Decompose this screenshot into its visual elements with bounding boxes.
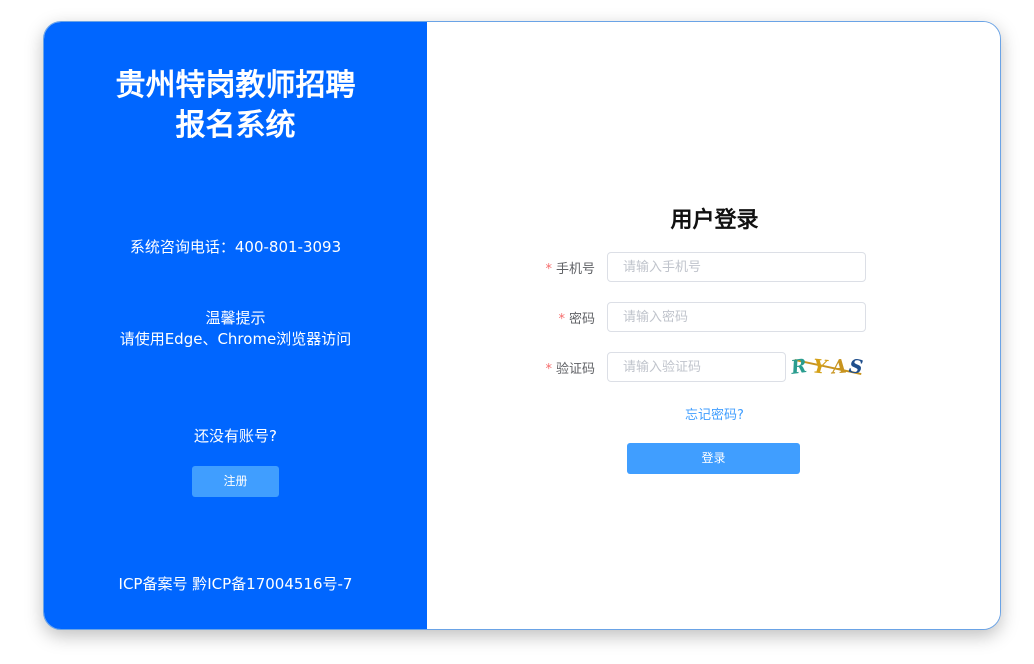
password-input[interactable]	[607, 302, 866, 332]
login-title: 用户登录	[670, 208, 759, 233]
register-button[interactable]: 注册	[192, 466, 279, 497]
browser-tip: 温馨提示 请使用Edge、Chrome浏览器访问	[44, 308, 427, 350]
hotline-text: 系统咨询电话：400-801-3093	[129, 238, 342, 256]
info-panel: 贵州特岗教师招聘 报名系统 系统咨询电话：400-801-3093 温馨提示 请…	[44, 22, 427, 629]
icp-record: ICP备案号 黔ICP备17004516号-7	[118, 575, 353, 593]
phone-input[interactable]	[607, 252, 866, 282]
app-title-line-2: 报名系统	[175, 108, 296, 143]
password-label-text: 密码	[568, 311, 595, 327]
required-mark: *	[558, 311, 565, 327]
app-title: 贵州特岗教师招聘 报名系统	[44, 66, 427, 146]
password-label: * 密码	[527, 308, 607, 327]
login-card: 贵州特岗教师招聘 报名系统 系统咨询电话：400-801-3093 温馨提示 请…	[43, 21, 1001, 630]
required-mark: *	[545, 361, 552, 377]
required-mark: *	[545, 261, 552, 277]
captcha-char: S	[847, 355, 865, 379]
captcha-row: *验证码 R Y A S	[527, 351, 864, 383]
captcha-input[interactable]	[607, 352, 786, 382]
tip-text: 请使用Edge、Chrome浏览器访问	[119, 330, 352, 348]
captcha-char: A	[831, 355, 848, 379]
forgot-password-link[interactable]: 忘记密码?	[427, 404, 1000, 423]
phone-label: * 手机号	[527, 258, 607, 277]
no-account-text: 还没有账号?	[194, 427, 277, 445]
captcha-label: * 验证码	[527, 358, 607, 377]
login-panel: 用户登录 *手机号 *密码 *验证码 R Y A S	[427, 22, 1000, 629]
captcha-label-text: 验证码	[555, 361, 595, 377]
phone-label-text: 手机号	[555, 261, 595, 277]
captcha-char: R	[789, 355, 809, 379]
captcha-char: Y	[811, 355, 828, 379]
app-title-line-1: 贵州特岗教师招聘	[115, 68, 356, 103]
password-row: * 密码	[527, 301, 866, 333]
tip-title: 温馨提示	[205, 309, 266, 327]
phone-row: * 手机号	[527, 251, 866, 283]
login-button[interactable]: 登录	[627, 443, 800, 474]
captcha-image[interactable]: R Y A S	[789, 352, 865, 382]
